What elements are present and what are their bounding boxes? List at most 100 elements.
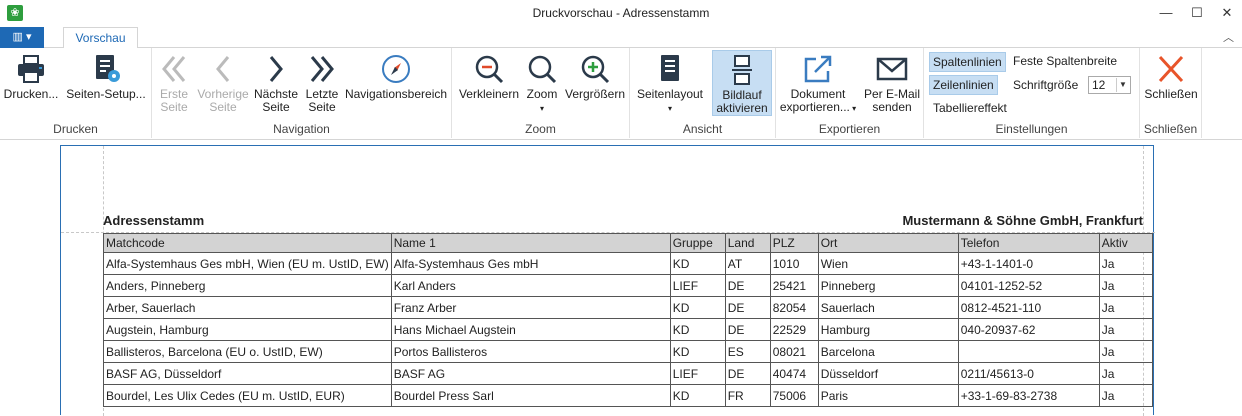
collapse-ribbon-icon[interactable]: ︿ — [1223, 29, 1234, 45]
table-cell: ES — [724, 340, 771, 363]
table-cell: DE — [724, 274, 771, 297]
table-cell: Arber, Sauerlach — [103, 296, 392, 319]
maximize-button[interactable]: ☐ — [1182, 2, 1212, 24]
table-cell: Bourdel, Les Ulix Cedes (EU m. UstID, EU… — [103, 384, 392, 407]
printer-icon — [18, 55, 44, 83]
last-page-button[interactable]: Letzte Seite — [301, 50, 343, 116]
minimize-button[interactable]: — — [1151, 2, 1181, 24]
table-cell: 22529 — [769, 318, 819, 341]
group-close: Schließen Schließen — [1140, 48, 1202, 138]
table-cell: KD — [669, 318, 726, 341]
table-row: Anders, Pinneberg Karl Anders LIEF DE 25421 P… — [103, 274, 1153, 297]
table-row: BASF AG, Düsseldorf BASF AG LIEF DE 40474 Düs… — [103, 362, 1153, 385]
table-cell: BASF AG — [390, 362, 671, 385]
table-effect-toggle[interactable]: Tabelliereffekt — [930, 99, 1010, 117]
report-title: Adressenstamm — [103, 213, 205, 228]
column-header: PLZ — [769, 233, 819, 253]
page-layout-button[interactable]: Seitenlayout ▾ — [634, 50, 706, 116]
table-cell: 25421 — [769, 274, 819, 297]
mail-icon — [876, 57, 908, 81]
close-preview-button[interactable]: Schließen — [1142, 50, 1200, 116]
zoom-out-label: Verkleinern — [458, 87, 520, 101]
table-cell: Hans Michael Augstein — [390, 318, 671, 341]
chevron-left-icon — [216, 56, 230, 82]
group-label-drucken: Drucken — [53, 122, 98, 136]
group-label-settings: Einstellungen — [995, 122, 1068, 136]
enable-scrolling-button[interactable]: Bildlauf aktivieren — [712, 50, 772, 116]
next-page-label-2: Seite — [262, 100, 290, 114]
table-cell: KD — [669, 384, 726, 407]
next-page-label-1: Nächste — [253, 87, 299, 101]
font-size-label: Schriftgröße — [1013, 78, 1079, 92]
previous-page-button[interactable]: Vorherige Seite — [195, 50, 251, 116]
font-size-select[interactable]: 12 ▼ — [1088, 76, 1131, 94]
group-zoom: Verkleinern Zoom ▾ Vergrößern Zoom — [452, 48, 630, 138]
ribbon: Drucken... Seiten-Setup... Drucken Erste… — [0, 48, 1242, 140]
table-cell: Karl Anders — [390, 274, 671, 297]
page-setup-button[interactable]: Seiten-Setup... — [64, 50, 148, 116]
column-lines-toggle[interactable]: Spaltenlinien — [929, 52, 1006, 72]
fixed-column-width-toggle[interactable]: Feste Spaltenbreite — [1010, 52, 1120, 70]
table-cell: Hamburg — [817, 318, 959, 341]
column-header: Matchcode — [103, 233, 392, 253]
first-page-button[interactable]: Erste Seite — [154, 50, 194, 116]
zoom-in-button[interactable]: Vergrößern — [563, 50, 627, 116]
export-document-label-1: Dokument — [790, 87, 846, 101]
first-page-label-1: Erste — [159, 87, 188, 101]
zoom-dropdown-button[interactable]: Zoom ▾ — [522, 50, 562, 116]
app-menu-button[interactable]: ▥ ▾ — [0, 27, 44, 48]
table-cell: Ja — [1098, 362, 1153, 385]
table-cell: KD — [669, 252, 726, 275]
page-setup-label: Seiten-Setup... — [66, 87, 146, 101]
column-header: Land — [724, 233, 771, 253]
group-label-ansicht: Ansicht — [682, 122, 723, 136]
table-cell: Paris — [817, 384, 959, 407]
table-cell: Sauerlach — [817, 296, 959, 319]
table-cell: +43-1-1401-0 — [957, 252, 1100, 275]
table-cell: Wien — [817, 252, 959, 275]
next-page-button[interactable]: Nächste Seite — [252, 50, 300, 116]
page-layout-icon — [661, 55, 679, 81]
table-cell: Alfa-Systemhaus Ges mbH, Wien (EU m. Ust… — [103, 252, 392, 275]
column-header: Name 1 — [390, 233, 671, 253]
table-cell: 75006 — [769, 384, 819, 407]
send-email-button[interactable]: Per E-Mail senden — [862, 50, 922, 116]
table-cell: DE — [724, 362, 771, 385]
table-cell: AT — [724, 252, 771, 275]
close-window-button[interactable]: ✕ — [1212, 2, 1242, 24]
row-lines-toggle[interactable]: Zeilenlinien — [929, 75, 998, 95]
page-setup-icon — [96, 55, 120, 82]
zoom-out-button[interactable]: Verkleinern — [457, 50, 521, 116]
previous-page-label-2: Seite — [209, 100, 237, 114]
print-label: Drucken... — [3, 87, 59, 101]
chevron-right-icon — [269, 56, 283, 82]
preview-area[interactable]: Adressenstamm Mustermann & Söhne GmbH, F… — [0, 141, 1242, 416]
column-header: Aktiv — [1098, 233, 1153, 253]
table-cell: DE — [724, 296, 771, 319]
navigation-area-button[interactable]: Navigationsbereich — [344, 50, 448, 116]
zoom-out-icon — [475, 55, 504, 84]
send-email-label-2: senden — [872, 100, 912, 114]
group-export: Dokument exportieren... ▾ Per E-Mail sen… — [776, 48, 924, 138]
print-button[interactable]: Drucken... — [2, 50, 60, 116]
magnifier-icon — [528, 55, 557, 84]
group-label-close: Schließen — [1143, 122, 1198, 136]
title-bar: ❀ Druckvorschau - Adressenstamm — ☐ ✕ — [0, 0, 1242, 26]
font-size-value: 12 — [1092, 78, 1106, 92]
table-cell: LIEF — [669, 362, 726, 385]
table-cell: 40474 — [769, 362, 819, 385]
table-cell: Ja — [1098, 296, 1153, 319]
table-row: Ballisteros, Barcelona (EU o. UstID, EW)… — [103, 340, 1153, 363]
table-cell: Barcelona — [817, 340, 959, 363]
compass-icon — [382, 55, 410, 83]
zoom-label: Zoom — [526, 87, 558, 101]
table-cell: +33-1-69-83-2738 — [957, 384, 1100, 407]
preview-page: Adressenstamm Mustermann & Söhne GmbH, F… — [60, 145, 1155, 416]
address-table: Matchcode Name 1 Gruppe Land PLZ Ort Telefon Ak… — [103, 233, 1153, 407]
table-cell: 1010 — [769, 252, 819, 275]
tab-preview[interactable]: Vorschau — [63, 27, 138, 49]
export-document-label-2: exportieren... — [779, 100, 850, 114]
report-company: Mustermann & Söhne GmbH, Frankfurt — [902, 213, 1143, 228]
send-email-label-1: Per E-Mail — [863, 87, 920, 101]
export-document-button[interactable]: Dokument exportieren... ▾ — [778, 50, 858, 116]
